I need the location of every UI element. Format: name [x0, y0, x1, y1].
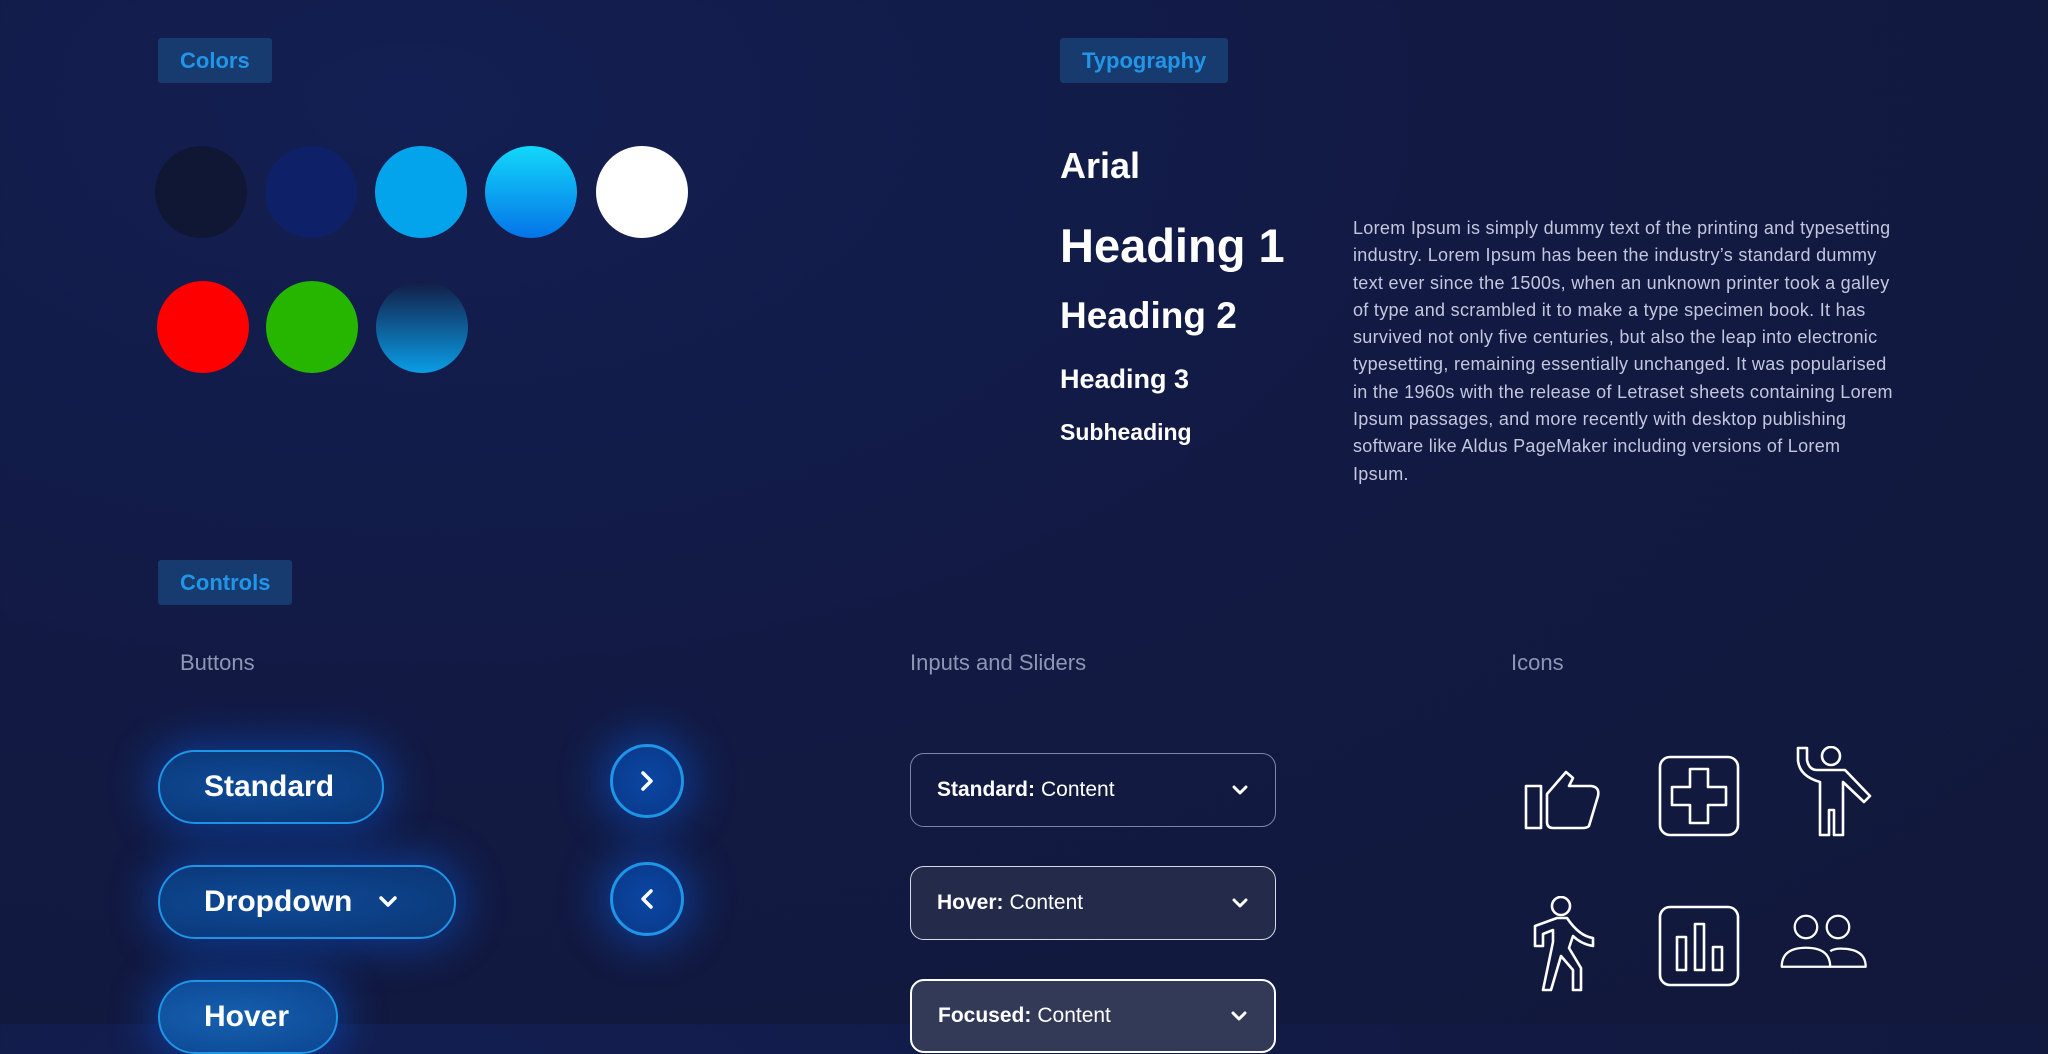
next-button[interactable]: [610, 744, 684, 818]
standard-button-label: Standard: [204, 770, 335, 803]
swatch-green: [266, 281, 358, 373]
swatch-sky-blue: [375, 146, 467, 238]
person-walking-icon: [1518, 896, 1608, 996]
swatch-red: [157, 281, 249, 373]
inputs-label: Inputs and Sliders: [910, 650, 1087, 675]
swatch-white: [596, 146, 688, 238]
select-value: Content: [1037, 1004, 1111, 1027]
chevron-down-icon: [1231, 891, 1249, 915]
thumbs-up-icon: [1518, 746, 1608, 846]
dropdown-button[interactable]: Dropdown: [158, 865, 456, 939]
people-icon: [1780, 896, 1870, 996]
select-standard[interactable]: Standard: Content: [910, 753, 1276, 827]
swatch-cyan-blue-gradient: [485, 146, 577, 238]
section-tag-controls: Controls: [158, 560, 293, 605]
chevron-right-icon: [639, 769, 655, 793]
previous-button[interactable]: [610, 862, 684, 936]
dropdown-button-label: Dropdown: [204, 885, 353, 918]
hover-button[interactable]: Hover: [158, 980, 338, 1054]
swatch-dark-navy: [155, 146, 247, 238]
section-tag-typography: Typography: [1060, 38, 1229, 83]
swatch-navy-blue-gradient: [376, 281, 468, 373]
select-value: Content: [1041, 778, 1115, 801]
medical-cross-icon: [1654, 746, 1744, 846]
select-state-label: Hover:: [937, 891, 1004, 914]
body-text-sample: Lorem Ipsum is simply dummy text of the …: [1353, 218, 1893, 484]
chevron-down-icon: [378, 895, 398, 909]
heading-1-sample: Heading 1: [1060, 219, 1285, 272]
bar-chart-icon: [1654, 896, 1744, 996]
standard-button[interactable]: Standard: [158, 750, 384, 824]
section-tag-colors: Colors: [158, 38, 272, 83]
subheading-sample: Subheading: [1060, 419, 1192, 445]
buttons-label: Buttons: [180, 650, 255, 675]
select-state-label: Standard:: [937, 778, 1036, 801]
swatch-navy: [265, 146, 357, 238]
heading-2-sample: Heading 2: [1060, 295, 1237, 336]
hover-button-label: Hover: [204, 1000, 290, 1033]
select-focused[interactable]: Focused: Content: [910, 979, 1276, 1053]
font-name: Arial: [1060, 145, 1141, 186]
chevron-down-icon: [1231, 778, 1249, 802]
select-state-label: Focused:: [938, 1004, 1032, 1027]
chevron-down-icon: [1230, 1004, 1248, 1028]
person-waving-icon: [1790, 744, 1880, 844]
icons-label: Icons: [1511, 650, 1564, 675]
chevron-left-icon: [639, 887, 655, 911]
select-value: Content: [1009, 891, 1084, 914]
select-hover[interactable]: Hover: Content: [910, 866, 1276, 940]
heading-3-sample: Heading 3: [1060, 364, 1190, 394]
